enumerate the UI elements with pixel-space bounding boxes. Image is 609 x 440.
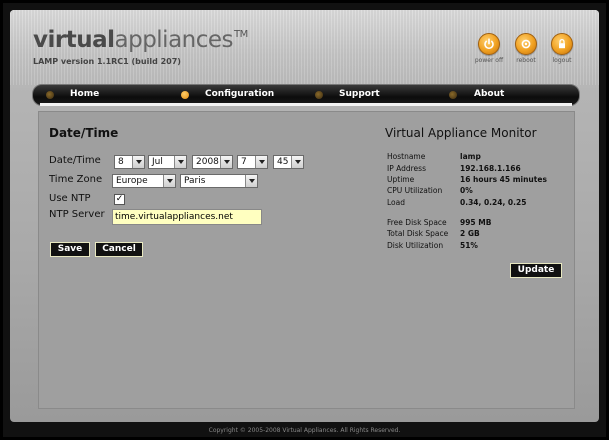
chevron-down-icon xyxy=(132,156,144,168)
save-button[interactable]: Save xyxy=(50,242,90,257)
monitor-value: 16 hours 45 minutes xyxy=(460,175,547,184)
monitor-value: 995 MB xyxy=(460,218,492,227)
monitor-value: 0.34, 0.24, 0.25 xyxy=(460,198,527,207)
monitor-key: Free Disk Space xyxy=(387,218,447,227)
nav-item-home[interactable]: Home xyxy=(70,89,99,99)
chevron-down-icon xyxy=(255,156,267,168)
nav-dot-icon xyxy=(46,91,54,99)
nav-item-support[interactable]: Support xyxy=(339,89,380,99)
hour-select[interactable]: 7 xyxy=(237,155,268,169)
version-text: LAMP version 1.1RC1 (build 207) xyxy=(33,57,181,66)
monitor-value: 0% xyxy=(460,186,473,195)
nav-underline xyxy=(40,103,572,106)
monitor-key: Total Disk Space xyxy=(387,229,449,238)
chevron-down-icon xyxy=(174,156,186,168)
minute-select[interactable]: 45 xyxy=(273,155,304,169)
city-select[interactable]: Paris xyxy=(180,174,258,188)
monitor-key: CPU Utilization xyxy=(387,186,443,195)
power-off-button[interactable]: power off xyxy=(472,33,506,64)
day-select[interactable]: 8 xyxy=(114,155,145,169)
reboot-icon xyxy=(515,33,537,55)
region-select[interactable]: Europe xyxy=(112,174,176,188)
chevron-down-icon xyxy=(245,175,257,187)
nav-item-about[interactable]: About xyxy=(474,89,504,99)
monitor-title: Virtual Appliance Monitor xyxy=(385,126,537,140)
chevron-down-icon xyxy=(291,156,303,168)
month-select[interactable]: Jul xyxy=(148,155,187,169)
nav-dot-icon xyxy=(315,91,323,99)
year-select[interactable]: 2008 xyxy=(192,155,233,169)
ntp-server-input[interactable]: time.virtualappliances.net xyxy=(112,209,262,225)
logout-button[interactable]: logout xyxy=(545,33,579,64)
section-title: Date/Time xyxy=(49,126,119,140)
ntp-server-label: NTP Server xyxy=(49,209,105,220)
chevron-down-icon xyxy=(220,156,232,168)
monitor-value: 51% xyxy=(460,241,478,250)
update-button[interactable]: Update xyxy=(510,263,562,278)
reboot-button[interactable]: reboot xyxy=(509,33,543,64)
brand-logo: virtualappliancesTM xyxy=(33,27,248,53)
monitor-value: lamp xyxy=(460,152,481,161)
nav-item-configuration[interactable]: Configuration xyxy=(205,89,274,99)
use-ntp-checkbox[interactable]: ✓ xyxy=(114,194,125,205)
lock-icon xyxy=(551,33,573,55)
monitor-key: Load xyxy=(387,198,405,207)
footer-copyright: Copyright © 2005-2008 Virtual Appliances… xyxy=(208,427,401,434)
nav-dot-active-icon xyxy=(181,91,189,99)
monitor-key: IP Address xyxy=(387,164,426,173)
monitor-key: Uptime xyxy=(387,175,415,184)
monitor-key: Disk Utilization xyxy=(387,241,444,250)
use-ntp-label: Use NTP xyxy=(49,193,91,204)
cancel-button[interactable]: Cancel xyxy=(95,242,143,257)
chevron-down-icon xyxy=(163,175,175,187)
monitor-value: 2 GB xyxy=(460,229,480,238)
power-icon xyxy=(478,33,500,55)
time-zone-label: Time Zone xyxy=(49,174,103,185)
monitor-key: Hostname xyxy=(387,152,426,161)
nav-dot-icon xyxy=(449,91,457,99)
date-time-label: Date/Time xyxy=(49,155,101,166)
monitor-value: 192.168.1.166 xyxy=(460,164,521,173)
